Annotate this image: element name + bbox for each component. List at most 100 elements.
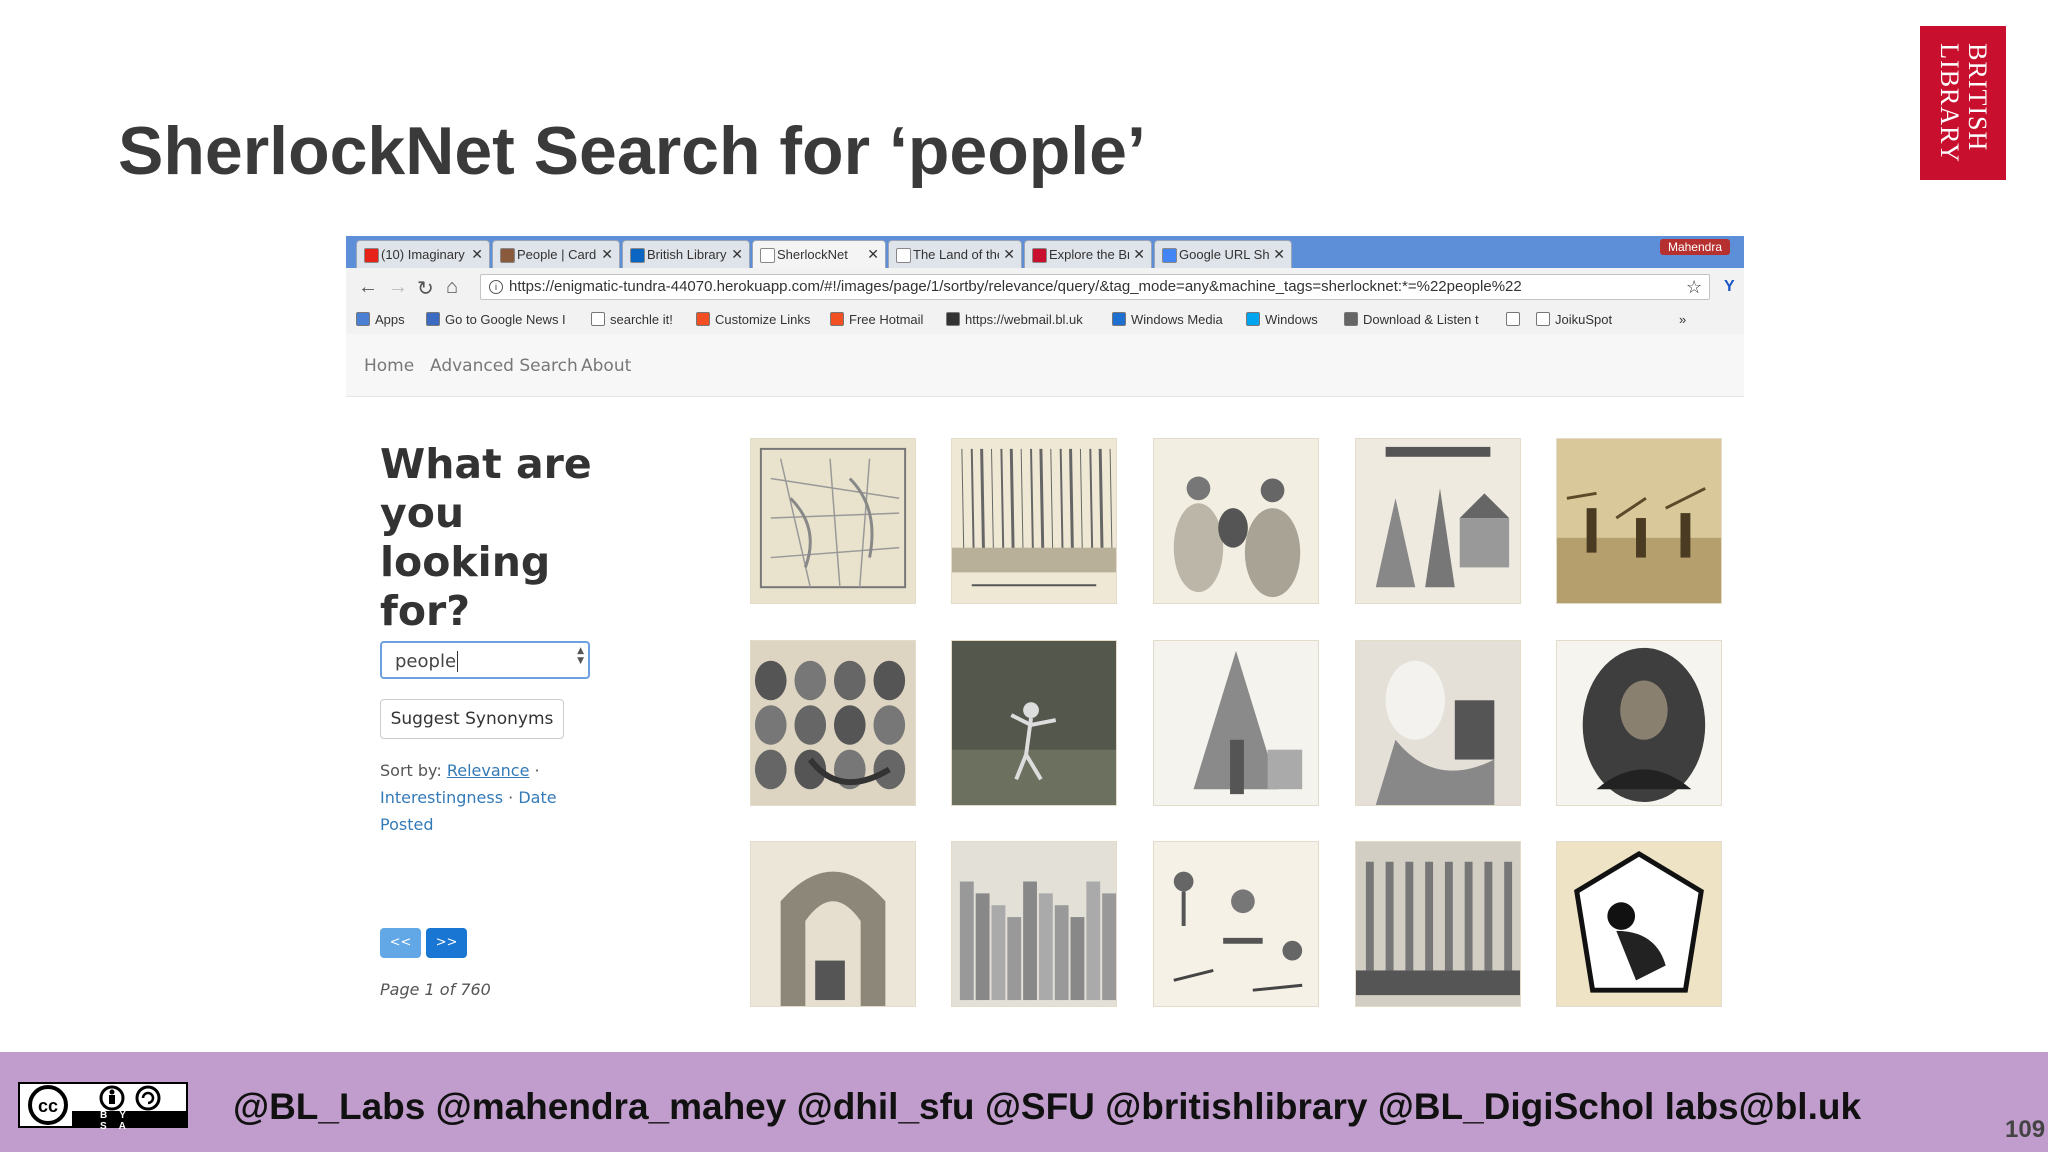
browser-tab[interactable]: SherlockNet ✕ <box>752 240 886 268</box>
reload-icon[interactable]: ↻ <box>417 276 434 301</box>
bookmark-item[interactable]: Go to Google News I <box>426 312 566 327</box>
bookmark-label: Go to Google News I <box>445 312 566 327</box>
extension-icon[interactable]: Y <box>1724 278 1735 296</box>
result-thumbnail[interactable] <box>750 640 916 806</box>
bookmark-label: Windows Media <box>1131 312 1223 327</box>
home-icon[interactable]: ⌂ <box>446 276 458 299</box>
media-icon <box>1112 312 1126 326</box>
result-thumbnail[interactable] <box>750 438 916 604</box>
result-thumbnail[interactable] <box>951 841 1117 1007</box>
result-thumbnail[interactable] <box>951 438 1117 604</box>
british-library-logo: BRITISH LIBRARY <box>1920 26 2006 180</box>
windows-icon <box>1246 312 1260 326</box>
bookmark-label: JoikuSpot <box>1555 312 1613 327</box>
result-thumbnail[interactable] <box>1556 438 1722 604</box>
sort-date-posted-link[interactable]: Posted <box>380 815 433 834</box>
spinner-arrows-icon[interactable]: ▲ ▼ <box>577 646 584 666</box>
tab-label: British Library Lab <box>647 247 727 262</box>
browser-tab[interactable]: (10) Imaginary Cit ✕ <box>356 240 490 268</box>
bookmark-item[interactable]: Free Hotmail <box>830 312 923 327</box>
url-text: https://enigmatic-tundra-44070.herokuapp… <box>509 278 1522 295</box>
tab-label: (10) Imaginary Cit <box>381 247 467 262</box>
google-icon <box>1162 248 1177 263</box>
download-icon <box>1344 312 1358 326</box>
info-icon[interactable]: i <box>489 280 503 294</box>
youtube-icon <box>364 248 379 263</box>
windows-icon <box>696 312 710 326</box>
webmail-icon <box>946 312 960 326</box>
logo-line-british: BRITISH <box>1963 43 1992 152</box>
browser-tab[interactable]: British Library Lab ✕ <box>622 240 750 268</box>
sort-date-link[interactable]: Date <box>518 788 556 807</box>
browser-tab[interactable]: The Land of the Pi ✕ <box>888 240 1022 268</box>
close-icon[interactable]: ✕ <box>1003 246 1015 263</box>
bookmark-label: https://webmail.bl.uk <box>965 312 1083 327</box>
close-icon[interactable]: ✕ <box>867 246 879 263</box>
bookmark-item[interactable] <box>1506 312 1525 327</box>
bookmark-label: Free Hotmail <box>849 312 924 327</box>
bl-icon <box>1032 248 1047 263</box>
result-thumbnail[interactable] <box>1556 640 1722 806</box>
nav-advanced-search-link[interactable]: Advanced Search <box>430 356 578 376</box>
nav-home-link[interactable]: Home <box>364 356 414 376</box>
browser-window: Mahendra (10) Imaginary Cit✕People | Car… <box>346 236 1744 1026</box>
bookmark-item[interactable]: JoikuSpot <box>1536 312 1612 327</box>
bookmark-item[interactable]: Download & Listen t <box>1344 312 1479 327</box>
result-thumbnail[interactable] <box>1355 438 1521 604</box>
forward-arrow-icon[interactable]: → <box>388 276 408 299</box>
page-icon <box>760 248 775 263</box>
previous-page-button[interactable]: << <box>380 928 421 958</box>
news-icon <box>426 312 440 326</box>
result-thumbnail[interactable] <box>750 841 916 1007</box>
search-heading: What are you looking for? <box>380 440 592 635</box>
close-icon[interactable]: ✕ <box>471 246 483 263</box>
result-thumbnail[interactable] <box>1153 438 1319 604</box>
suggest-synonyms-button[interactable]: Suggest Synonyms <box>380 699 564 739</box>
logo-line-library: LIBRARY <box>1935 43 1964 163</box>
browser-tab[interactable]: Google URL Short ✕ <box>1154 240 1292 268</box>
next-page-button[interactable]: >> <box>426 928 467 958</box>
bookmark-star-icon[interactable]: ☆ <box>1686 277 1702 298</box>
sort-options-line-2: Interestingness · Date <box>380 788 557 807</box>
page-indicator: Page 1 of 760 <box>380 980 491 999</box>
close-icon[interactable]: ✕ <box>731 246 743 263</box>
result-thumbnail[interactable] <box>1355 640 1521 806</box>
search-input[interactable]: people ▲ ▼ <box>380 641 590 679</box>
sort-options: Sort by: Relevance · <box>380 761 540 780</box>
sort-options-line-3: Posted <box>380 815 433 834</box>
nav-about-link[interactable]: About <box>581 356 631 376</box>
url-input[interactable]: i https://enigmatic-tundra-44070.herokua… <box>480 274 1710 300</box>
page-icon <box>1506 312 1520 326</box>
bookmark-label: Apps <box>375 312 405 327</box>
sort-interestingness-link[interactable]: Interestingness <box>380 788 503 807</box>
result-thumbnail[interactable] <box>1153 640 1319 806</box>
cardiff-icon <box>500 248 515 263</box>
slide-title: SherlockNet Search for ‘people’ <box>118 113 1146 189</box>
result-thumbnail[interactable] <box>1556 841 1722 1007</box>
bookmark-item[interactable]: Windows <box>1246 312 1318 327</box>
close-icon[interactable]: ✕ <box>601 246 613 263</box>
bookmark-item[interactable]: searchle it! <box>591 312 673 327</box>
bookmark-item[interactable]: Customize Links <box>696 312 810 327</box>
result-thumbnail[interactable] <box>1153 841 1319 1007</box>
profile-badge[interactable]: Mahendra <box>1659 239 1730 255</box>
result-thumbnail[interactable] <box>1355 841 1521 1007</box>
result-thumbnail[interactable] <box>951 640 1117 806</box>
sort-separator: · <box>534 761 540 780</box>
browser-tab[interactable]: People | Cardiff B ✕ <box>492 240 620 268</box>
close-icon[interactable]: ✕ <box>1273 246 1285 263</box>
close-icon[interactable]: ✕ <box>1133 246 1145 263</box>
tab-label: The Land of the Pi <box>913 247 999 262</box>
back-arrow-icon[interactable]: ← <box>358 276 378 299</box>
sort-relevance-link[interactable]: Relevance <box>447 761 530 780</box>
bookmark-item[interactable]: Windows Media <box>1112 312 1223 327</box>
bookmark-item[interactable]: https://webmail.bl.uk <box>946 312 1083 327</box>
page-icon <box>1536 312 1550 326</box>
more-bookmarks-icon[interactable]: » <box>1679 312 1686 327</box>
tab-label: Google URL Short <box>1179 247 1269 262</box>
license-text: BY SA <box>100 1110 138 1132</box>
browser-tab[interactable]: Explore the British ✕ <box>1024 240 1152 268</box>
bookmark-label: Download & Listen t <box>1363 312 1479 327</box>
bookmark-label: searchle it! <box>610 312 673 327</box>
bookmark-item[interactable]: Apps <box>356 312 405 327</box>
